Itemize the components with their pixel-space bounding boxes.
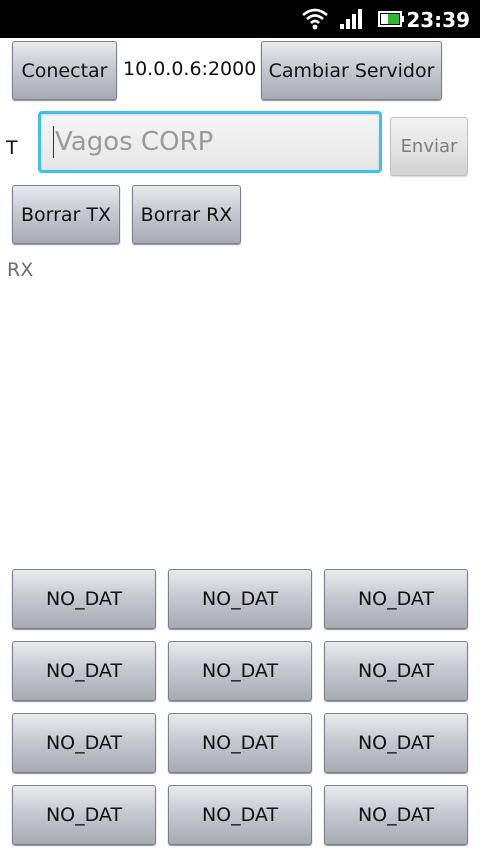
change-server-button[interactable]: Cambiar Servidor — [261, 41, 442, 100]
data-button-r2c3[interactable]: NO_DAT — [324, 641, 468, 701]
rx-output-area — [7, 288, 473, 558]
data-button-r4c2[interactable]: NO_DAT — [168, 785, 312, 845]
text-caret — [53, 126, 54, 158]
data-button-r1c3[interactable]: NO_DAT — [324, 569, 468, 629]
tx-input-placeholder: Vagos CORP — [55, 127, 214, 157]
clear-rx-button[interactable]: Borrar RX — [132, 185, 241, 244]
data-button-r1c1[interactable]: NO_DAT — [12, 569, 156, 629]
wifi-icon — [302, 8, 328, 30]
connect-button[interactable]: Conectar — [12, 41, 117, 100]
data-button-r3c2[interactable]: NO_DAT — [168, 713, 312, 773]
data-button-r4c3[interactable]: NO_DAT — [324, 785, 468, 845]
data-button-r3c3[interactable]: NO_DAT — [324, 713, 468, 773]
data-button-r2c2[interactable]: NO_DAT — [168, 641, 312, 701]
rx-label: RX — [7, 259, 34, 281]
data-button-r4c1[interactable]: NO_DAT — [12, 785, 156, 845]
data-button-r3c1[interactable]: NO_DAT — [12, 713, 156, 773]
status-bar: 23:39 — [0, 0, 480, 38]
tx-input-field[interactable]: Vagos CORP — [38, 111, 382, 173]
clear-tx-button[interactable]: Borrar TX — [12, 185, 120, 244]
status-time: 23:39 — [406, 8, 470, 32]
signal-icon — [340, 9, 362, 29]
battery-icon — [378, 11, 404, 27]
data-button-r1c2[interactable]: NO_DAT — [168, 569, 312, 629]
send-button[interactable]: Enviar — [390, 117, 468, 176]
server-address: 10.0.0.6:2000 — [123, 58, 257, 80]
data-button-r2c1[interactable]: NO_DAT — [12, 641, 156, 701]
tx-label: T — [6, 137, 18, 159]
